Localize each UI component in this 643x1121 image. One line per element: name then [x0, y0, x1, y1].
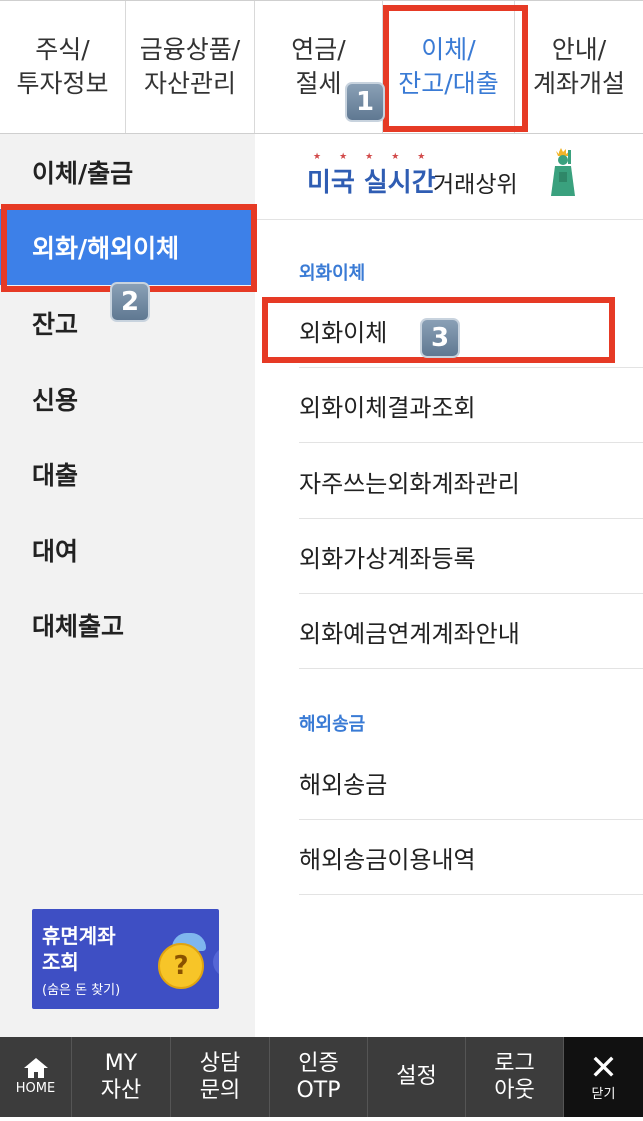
menu-item-label: 해외송금이용내역: [299, 845, 476, 874]
sidebar: 이체/출금 외화/해외이체 잔고 신용 대출 대여 대체출고: [0, 134, 255, 1037]
sidebar-item-label: 이체/출금: [32, 159, 134, 188]
bottom-label-line1: 설정: [396, 1064, 437, 1090]
statue-of-liberty-icon: [551, 148, 575, 196]
chevron-right-icon: ›: [213, 947, 219, 977]
sidebar-item-substitute-release[interactable]: 대체출고: [0, 587, 255, 663]
tab-label-line2: 절세: [295, 69, 342, 98]
sidebar-item-label: 신용: [32, 386, 79, 415]
sidebar-item-credit[interactable]: 신용: [0, 361, 255, 437]
us-realtime-top-trades-banner[interactable]: ★★★★★ 미국 실시간 거래상위: [255, 134, 643, 220]
tab-label-line1: 주식/: [35, 35, 90, 65]
menu-item-label: 외화가상계좌등록: [299, 544, 476, 573]
tab-transfer-balance-loan[interactable]: 이체/잔고/대출: [383, 1, 515, 133]
menu-item-overseas-remittance[interactable]: 해외송금: [299, 745, 643, 820]
tab-label-line2: 계좌개설: [532, 69, 625, 98]
tab-label-line1: 안내/: [551, 35, 607, 65]
section-title-foreign-transfer: 외화이체: [299, 263, 366, 284]
bottom-label-line1: MY: [104, 1050, 138, 1076]
bottom-label-line2: 자산: [100, 1078, 142, 1103]
close-menu-button[interactable]: ✕ 닫기: [564, 1037, 643, 1117]
menu-item-foreign-transfer[interactable]: 외화이체: [299, 293, 643, 368]
menu-item-label: 외화예금연계계좌안내: [299, 619, 520, 648]
menu-item-frequent-foreign-accounts[interactable]: 자주쓰는외화계좌관리: [299, 444, 643, 519]
bottom-label-line1: 로그: [494, 1050, 535, 1076]
tab-label-line2: 자산관리: [143, 69, 236, 98]
sidebar-item-label: 잔고: [32, 310, 79, 339]
tab-guide-account-opening[interactable]: 안내/계좌개설: [515, 1, 643, 133]
close-label: 닫기: [591, 1086, 616, 1102]
tab-label-line2: 투자정보: [16, 69, 109, 98]
bottom-label-line1: 인증: [298, 1050, 339, 1076]
menu-item-foreign-transfer-result[interactable]: 외화이체결과조회: [299, 368, 643, 443]
home-button[interactable]: HOME: [0, 1037, 72, 1117]
banner-title-line1: 휴면계좌: [42, 924, 116, 948]
menu-item-overseas-remittance-history[interactable]: 해외송금이용내역: [299, 820, 643, 895]
banner-subtitle: (숨은 돈 찾기): [42, 983, 121, 998]
tab-label-line1: 연금/: [291, 35, 346, 65]
submenu-panel: ★★★★★ 미국 실시간 거래상위 외화이체 외화이체 외화이체결과조회 자주쓰…: [255, 134, 643, 1037]
tab-financial-products[interactable]: 금융상품/자산관리: [126, 1, 255, 133]
dormant-account-banner[interactable]: 휴면계좌조회 (숨은 돈 찾기) ? ›: [32, 909, 219, 1009]
menu-item-label: 자주쓰는외화계좌관리: [299, 469, 520, 498]
sidebar-item-label: 외화/해외이체: [32, 234, 180, 263]
banner-title: 휴면계좌 조회: [42, 923, 116, 975]
menu-item-label: 해외송금: [299, 770, 388, 799]
promo-text: 거래상위: [433, 172, 518, 198]
tab-stocks[interactable]: 주식/투자정보: [0, 1, 126, 133]
sidebar-item-label: 대체출고: [32, 612, 125, 641]
auth-otp-button[interactable]: 인증 OTP: [270, 1037, 368, 1117]
menu-item-label: 외화이체: [299, 318, 388, 347]
step-badge-1: 1: [345, 82, 385, 122]
menu-item-label: 외화이체결과조회: [299, 393, 476, 422]
consult-inquiry-button[interactable]: 상담 문의: [171, 1037, 270, 1117]
bottom-nav-bar: HOME MY 자산 상담 문의 인증 OTP 설정 로그 아웃 ✕ 닫기: [0, 1037, 643, 1117]
bottom-label-line1: 상담: [199, 1050, 241, 1076]
step-badge-3: 3: [420, 318, 460, 358]
banner-title-line2: 조회: [42, 950, 79, 974]
tab-label-line2: 잔고/대출: [398, 69, 499, 98]
settings-button[interactable]: 설정: [368, 1037, 466, 1117]
top-tab-bar: 주식/투자정보 금융상품/자산관리 연금/절세 이체/잔고/대출 안내/계좌개설: [0, 0, 643, 134]
logout-button[interactable]: 로그 아웃: [466, 1037, 564, 1117]
sidebar-item-foreign-transfer[interactable]: 외화/해외이체: [0, 209, 255, 285]
stars-decoration: ★★★★★: [313, 152, 444, 162]
close-icon: ✕: [589, 1047, 618, 1088]
sidebar-item-transfer-withdraw[interactable]: 이체/출금: [0, 134, 255, 210]
question-coin-icon: ?: [158, 943, 204, 989]
home-label: HOME: [15, 1080, 56, 1096]
my-assets-button[interactable]: MY 자산: [72, 1037, 171, 1117]
tab-label-line1: 금융상품/: [139, 35, 241, 65]
tab-label-line1: 이체/: [421, 35, 476, 65]
bottom-edge: [0, 1117, 643, 1121]
sidebar-item-label: 대여: [32, 537, 79, 566]
step-badge-2: 2: [110, 282, 150, 322]
promo-highlight: 미국 실시간: [307, 168, 436, 198]
sidebar-item-loan[interactable]: 대출: [0, 436, 255, 512]
home-icon: [23, 1057, 48, 1078]
bottom-label-line2: 문의: [199, 1078, 241, 1103]
sidebar-item-lending[interactable]: 대여: [0, 512, 255, 588]
sidebar-item-label: 대출: [32, 461, 79, 490]
bottom-label-line2: OTP: [296, 1078, 341, 1103]
bottom-label-line2: 아웃: [494, 1078, 535, 1103]
menu-item-foreign-deposit-linked-account[interactable]: 외화예금연계계좌안내: [299, 594, 643, 669]
section-title-overseas-remittance: 해외송금: [299, 714, 366, 735]
menu-item-foreign-virtual-account[interactable]: 외화가상계좌등록: [299, 519, 643, 594]
